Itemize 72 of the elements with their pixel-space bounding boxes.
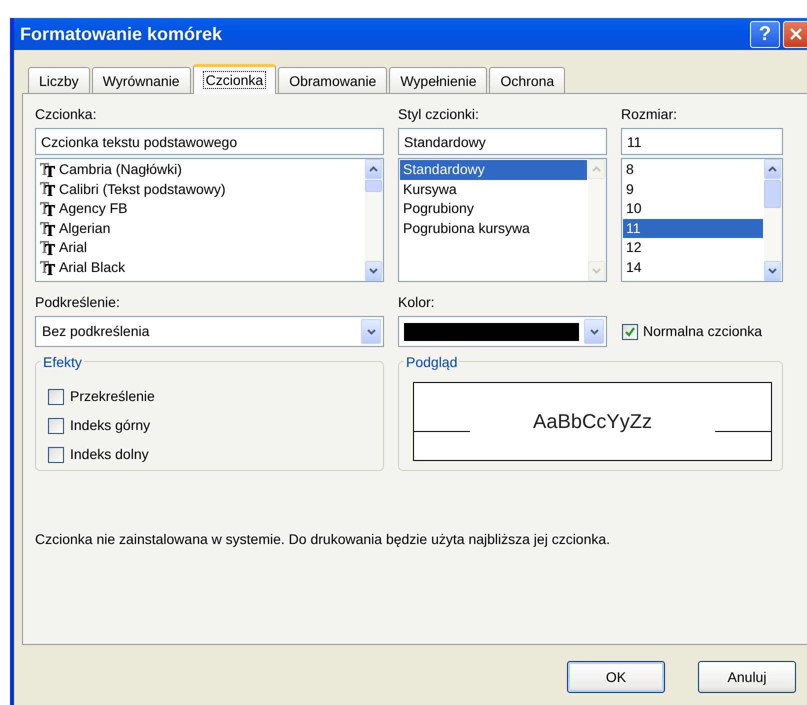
preview-text: AaBbCcYyZz <box>532 410 653 434</box>
dropdown[interactable]: Bez podkreślenia <box>35 316 384 347</box>
scroll-up-button[interactable] <box>365 159 382 179</box>
list-item[interactable]: 11 <box>623 218 763 238</box>
list-item[interactable]: Pogrubiona kursywa <box>400 218 587 238</box>
field-label: Rozmiar: <box>621 105 678 124</box>
scrollbar[interactable] <box>764 159 782 281</box>
list-item[interactable]: Calibri (Tekst podstawowy) <box>37 180 364 200</box>
list-item[interactable]: Kursywa <box>400 180 587 200</box>
dropdown-button[interactable] <box>361 319 381 344</box>
scroll-thumb[interactable] <box>764 180 781 208</box>
text-field[interactable]: Standardowy <box>398 128 607 155</box>
caret-down-icon <box>592 268 601 274</box>
caret-down-icon <box>768 268 777 274</box>
close-icon <box>788 26 804 42</box>
close-button[interactable] <box>783 20 807 48</box>
list-item[interactable]: Cambria (Nagłówki) <box>37 160 364 180</box>
scroll-up-button[interactable] <box>764 159 781 179</box>
color-dropdown[interactable] <box>398 316 607 347</box>
list-item[interactable]: 10 <box>623 199 763 219</box>
text-field[interactable]: Czcionka tekstu podstawowego <box>35 128 384 155</box>
checkbox[interactable] <box>48 418 64 434</box>
checkbox-label[interactable]: Przekreślenie <box>70 386 155 407</box>
scroll-down-button[interactable] <box>764 261 781 281</box>
font-type-icon <box>40 202 56 216</box>
tab[interactable]: Obramowanie <box>278 67 388 93</box>
caret-up-icon <box>592 166 601 172</box>
checkbox-label[interactable]: Indeks dolny <box>70 444 149 465</box>
scroll-down-button[interactable] <box>365 261 382 281</box>
list-item[interactable]: 8 <box>623 160 763 180</box>
caret-up-icon <box>768 166 777 172</box>
tab[interactable]: Ochrona <box>489 67 566 93</box>
list-item[interactable]: 12 <box>623 238 763 258</box>
text-field[interactable]: 11 <box>621 128 783 155</box>
caret-down-icon <box>590 328 598 334</box>
dropdown-button[interactable] <box>584 319 604 344</box>
scrollbar[interactable] <box>365 159 383 281</box>
list-item[interactable]: Algerian <box>37 218 364 238</box>
checkbox-label[interactable]: Normalna czcionka <box>643 321 762 342</box>
tab[interactable]: Wyrównanie <box>92 67 191 93</box>
tab[interactable]: Liczby <box>28 67 90 93</box>
ok-button[interactable]: OK <box>567 661 665 693</box>
list-item[interactable]: 14 <box>623 258 763 278</box>
list-item[interactable]: Arial <box>37 238 364 258</box>
window-title: Formatowanie komórek <box>20 22 222 46</box>
checkbox[interactable] <box>48 446 64 462</box>
caret-down-icon <box>369 268 378 274</box>
caret-up-icon <box>369 166 378 172</box>
checkbox[interactable] <box>48 388 64 404</box>
tab[interactable]: Wypełnienie <box>389 67 488 93</box>
help-button[interactable]: ? <box>750 20 780 48</box>
font-type-icon <box>40 182 56 196</box>
tab[interactable]: Czcionka <box>192 64 276 94</box>
list-item[interactable]: Agency FB <box>37 199 364 219</box>
field-label: Styl czcionki: <box>398 105 480 124</box>
cancel-button[interactable]: Anuluj <box>698 661 796 693</box>
font-type-icon <box>40 241 56 256</box>
font-type-icon <box>40 162 56 177</box>
font-type-icon <box>40 222 56 236</box>
scroll-thumb[interactable] <box>365 180 382 192</box>
list-item[interactable]: Arial Black <box>37 258 364 278</box>
caret-down-icon <box>366 328 376 334</box>
font-type-icon <box>40 260 56 275</box>
list-item[interactable]: Pogrubiony <box>400 199 587 219</box>
field-label: Podkreślenie: <box>35 293 121 312</box>
field-label: Kolor: <box>398 293 436 312</box>
field-label: Czcionka: <box>35 105 98 124</box>
list-item[interactable]: 9 <box>623 180 763 200</box>
checkbox-label[interactable]: Indeks górny <box>70 415 150 436</box>
list-item[interactable]: Standardowy <box>400 160 587 180</box>
info-text: Czcionka nie zainstalowana w systemie. Do drukowania będzie użyta najbliższa jej czcionka. <box>35 530 612 549</box>
checkbox[interactable] <box>622 324 638 340</box>
